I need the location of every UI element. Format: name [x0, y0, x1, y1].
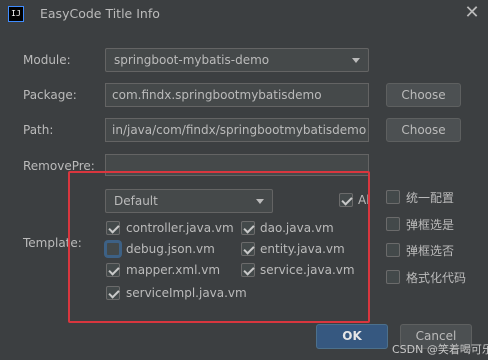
- module-label: Module:: [23, 53, 71, 67]
- option-label: 弹框选否: [406, 244, 455, 258]
- chevron-down-icon: [352, 58, 360, 63]
- module-select[interactable]: springboot-mybatis-demo: [105, 48, 369, 72]
- package-label: Package:: [23, 88, 77, 102]
- option-label: 统一配置: [406, 191, 455, 205]
- watermark: CSDN @笑着喝可乐: [392, 343, 488, 356]
- path-choose-button[interactable]: Choose: [386, 118, 461, 142]
- option-checkbox-unified-config[interactable]: [386, 190, 400, 204]
- option-checkbox-format-code[interactable]: [386, 270, 400, 284]
- path-field[interactable]: in/java/com/findx/springbootmybatisdemo: [105, 118, 369, 142]
- ok-button[interactable]: OK: [316, 324, 388, 349]
- package-field[interactable]: com.findx.springbootmybatisdemo: [105, 83, 369, 107]
- window-title: EasyCode Title Info: [40, 6, 160, 21]
- option-label: 弹框选是: [406, 218, 455, 232]
- option-label: 格式化代码: [406, 271, 467, 285]
- module-select-value: springboot-mybatis-demo: [114, 53, 270, 67]
- option-checkbox-popup-yes[interactable]: [386, 217, 400, 231]
- close-icon[interactable]: ✕: [462, 2, 482, 24]
- option-checkbox-popup-no[interactable]: [386, 243, 400, 257]
- highlight-box: [68, 171, 370, 323]
- package-choose-button[interactable]: Choose: [386, 83, 461, 107]
- path-label: Path:: [23, 123, 54, 137]
- intellij-app-icon: IJ: [8, 6, 24, 22]
